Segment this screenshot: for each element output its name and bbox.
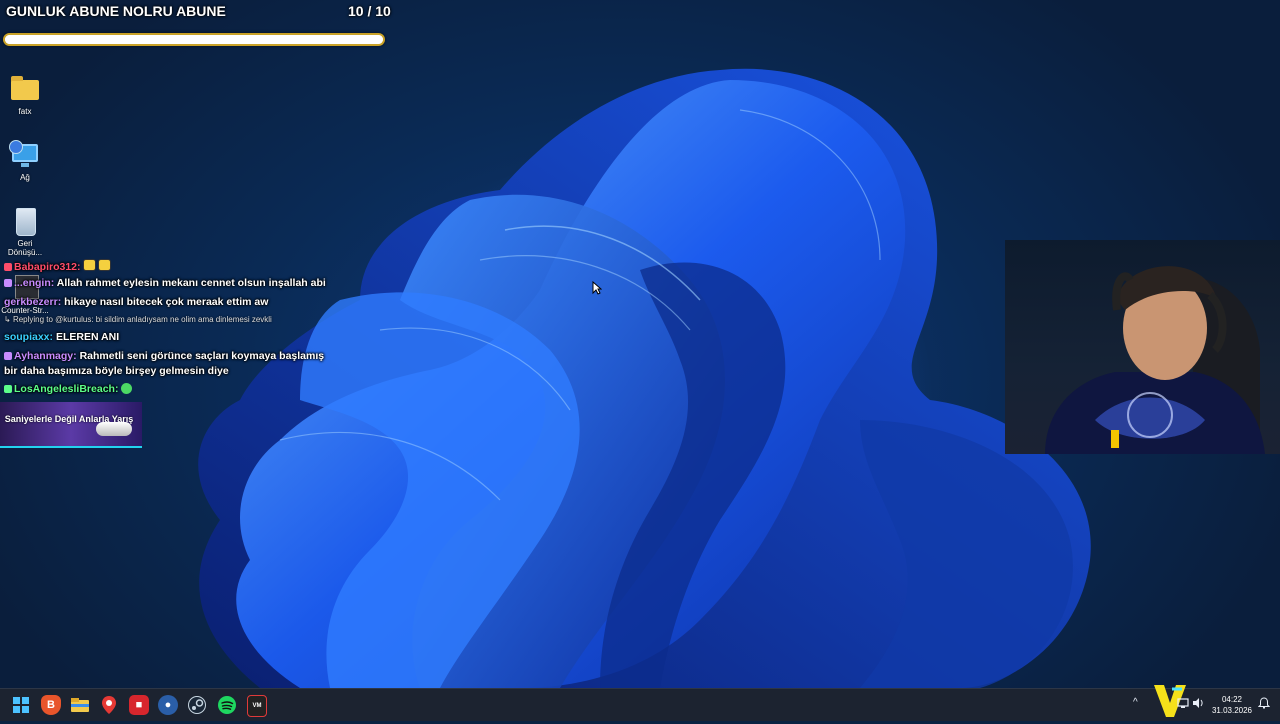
chat-message: soupiaxx: ELEREN ANI	[4, 331, 120, 343]
start-icon[interactable]	[11, 695, 31, 715]
spotify-icon[interactable]	[217, 695, 237, 715]
subscriber-goal-count: 10 / 10	[348, 3, 391, 19]
voicemeeter-icon[interactable]: VM	[247, 695, 267, 717]
chat-username: Babapiro312:	[14, 261, 81, 273]
recycle-bin-icon	[16, 208, 36, 236]
folder-icon	[11, 76, 39, 100]
file-explorer-icon[interactable]	[70, 695, 90, 715]
emote-icon	[97, 259, 111, 271]
chat-message: LosAngelesliBreach:	[4, 383, 133, 395]
chat-message: ...engin: Allah rahmet eylesin mekanı ce…	[4, 277, 326, 289]
chat-message: Babapiro312:	[4, 259, 111, 273]
maps-icon[interactable]	[99, 695, 119, 715]
volume-icon[interactable]	[1192, 697, 1204, 712]
chat-username: gerkbezerr:	[4, 296, 62, 308]
tray-overflow-chevron-icon[interactable]: ^	[1133, 697, 1138, 708]
chat-message: gerkbezerr: hikaye nasıl bitecek çok mer…	[4, 296, 269, 308]
desktop-icon-label: Geri Dönüşü...	[7, 239, 43, 257]
sponsor-banner: Saniyelerle Değil Anlarla Yarış	[0, 402, 142, 448]
goal-progress-fill	[5, 35, 383, 44]
clock-time: 04:22	[1221, 695, 1243, 704]
desktop-icon-network[interactable]: Ağ	[0, 140, 50, 182]
desktop-icon-fatx[interactable]: fatx	[0, 74, 50, 116]
system-clock[interactable]: 04:22 31.03.2026	[1210, 694, 1254, 716]
emote-icon	[82, 259, 96, 271]
chat-reply-context: ↳ Replying to @kurtulus: bi sildim anlad…	[4, 315, 272, 324]
emote-icon	[121, 383, 133, 394]
taskbar: B ■ ● VM ^ 04:22 31.03.2026	[0, 685, 1280, 721]
chat-message-continuation: bir daha başımıza böyle birşey gelmesin …	[4, 365, 229, 377]
network-icon[interactable]	[1177, 697, 1189, 712]
brave-icon[interactable]: B	[41, 695, 61, 715]
desktop-icon-recycle-bin[interactable]: Geri Dönüşü...	[0, 206, 50, 257]
steam-icon[interactable]	[187, 695, 207, 715]
desktop[interactable]: GUNLUK ABUNE NOLRU ABUNE 10 / 10 fatx Ağ…	[0, 0, 1280, 688]
notification-bell-icon[interactable]	[1257, 697, 1271, 712]
desktop-icon-label: Ağ	[20, 173, 30, 182]
webcam-feed	[1005, 240, 1280, 454]
red-app-icon[interactable]: ■	[129, 695, 149, 715]
chat-username: ...engin:	[14, 277, 55, 289]
subscriber-goal-progress-bar	[3, 33, 385, 46]
desktop-icon-label: fatx	[18, 107, 32, 116]
clock-date: 31.03.2026	[1211, 706, 1253, 715]
chat-username: Ayhanmagy:	[14, 350, 77, 362]
chat-message: Ayhanmagy: Rahmetli seni görünce saçları…	[4, 350, 324, 362]
chat-username: LosAngelesliBreach:	[14, 383, 119, 395]
mouse-cursor-icon	[592, 281, 602, 295]
subscriber-goal-title: GUNLUK ABUNE NOLRU ABUNE	[6, 3, 226, 19]
chat-username: soupiaxx:	[4, 331, 54, 343]
blue-app-icon[interactable]: ●	[158, 695, 178, 715]
gaming-mouse-icon	[96, 422, 132, 436]
